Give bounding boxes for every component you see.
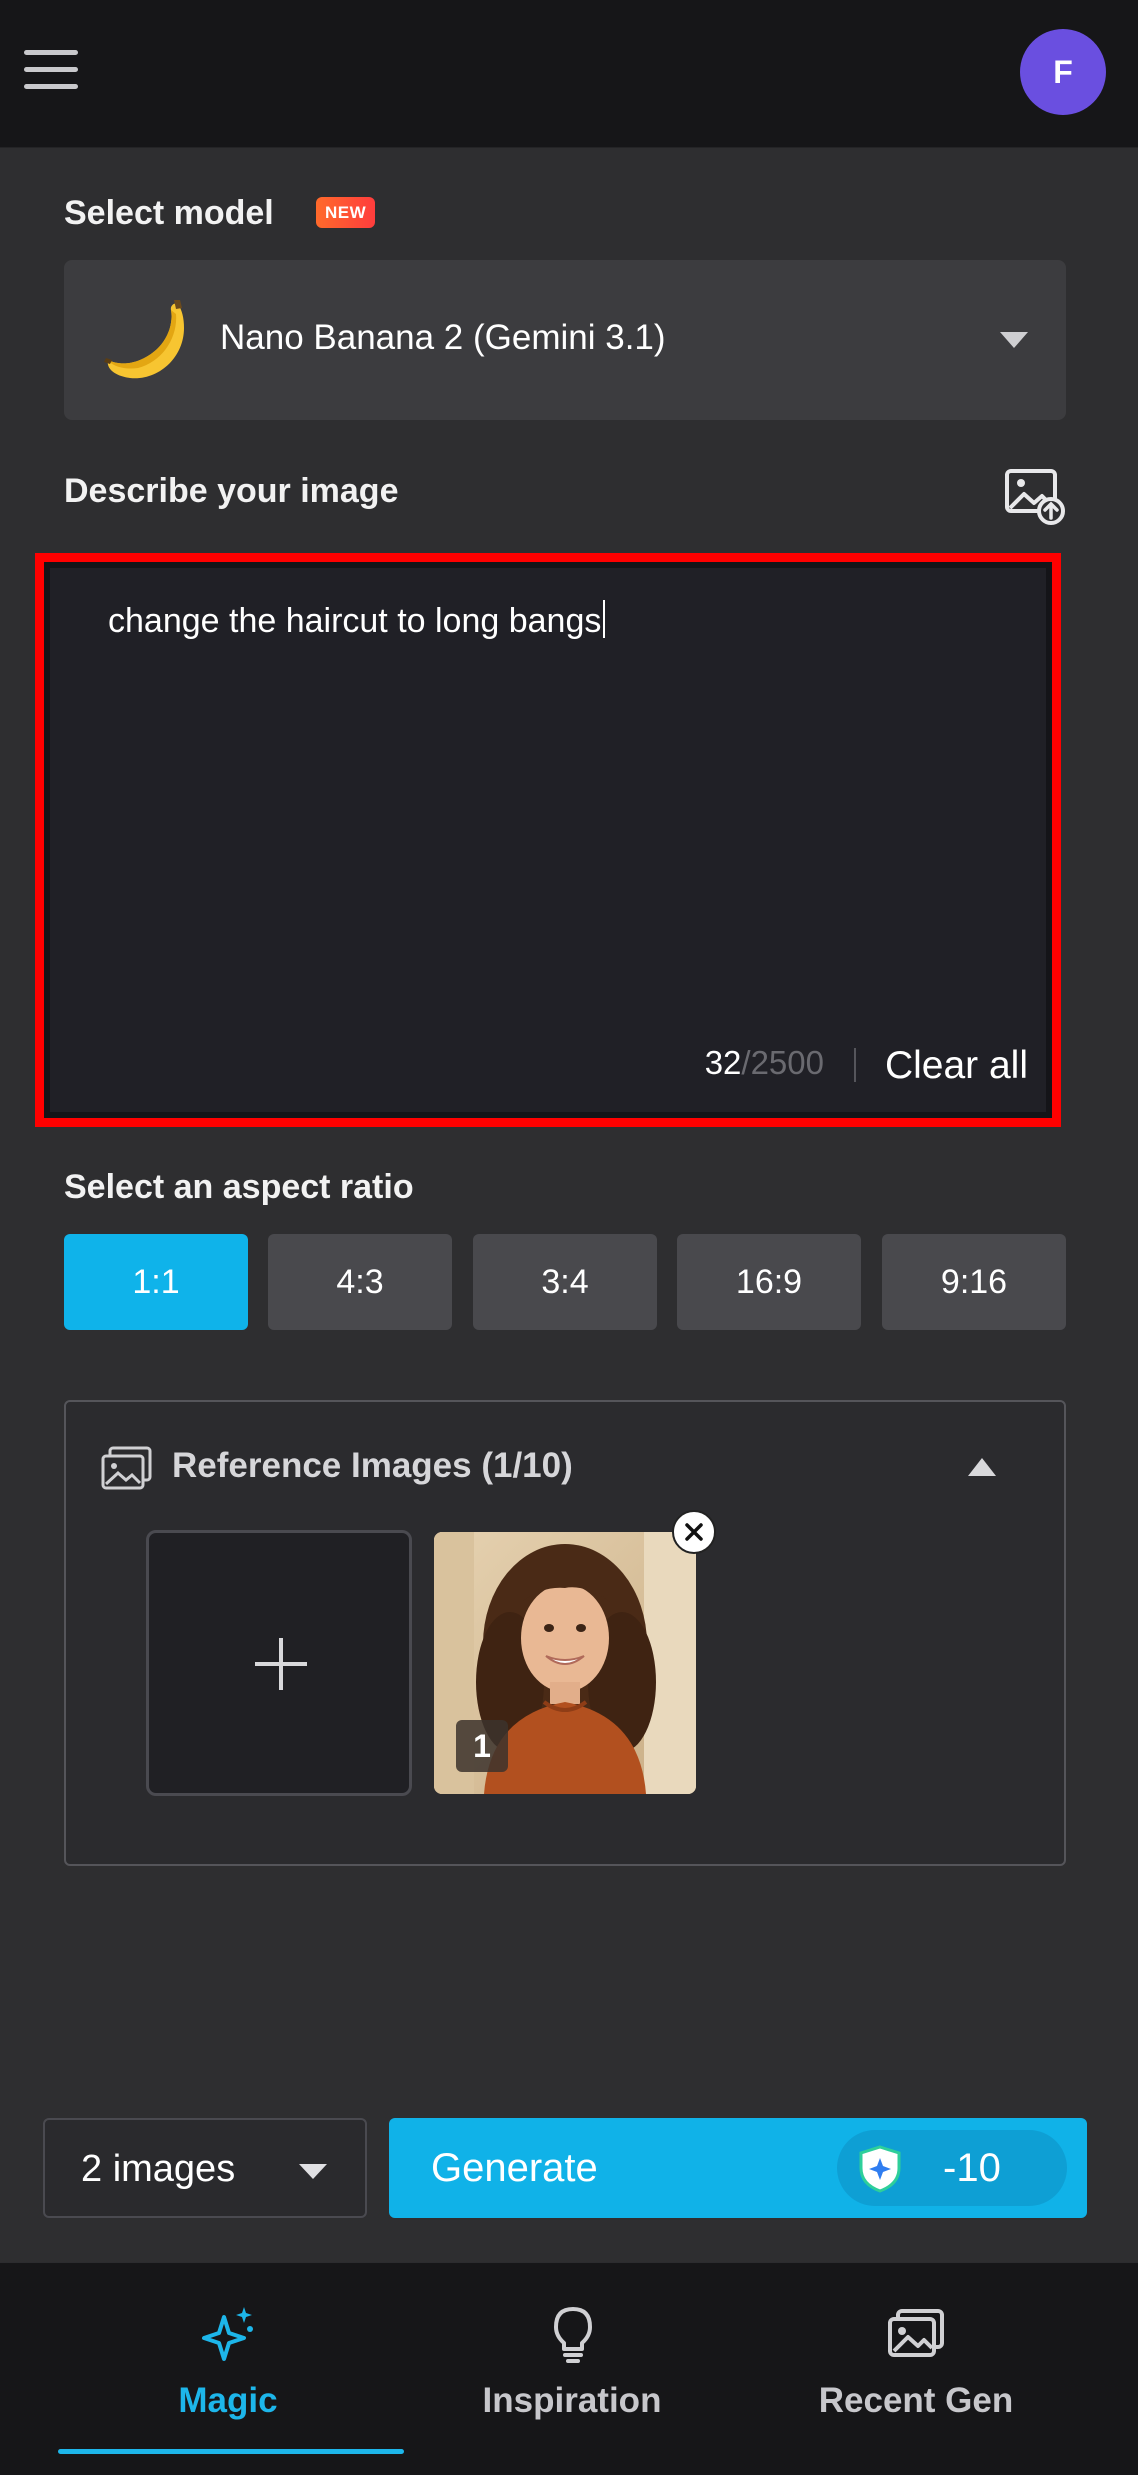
describe-image-label: Describe your image <box>64 472 399 510</box>
prompt-highlight-frame: change the haircut to long bangs 32/2500… <box>35 553 1061 1127</box>
menu-icon[interactable] <box>24 50 82 92</box>
gallery-icon <box>888 2309 944 2357</box>
image-count-select[interactable]: 2 images <box>43 2118 367 2218</box>
image-index-badge: 1 <box>456 1720 508 1772</box>
aspect-ratio-16-9[interactable]: 16:9 <box>677 1234 861 1330</box>
char-counter: 32/2500 <box>704 1044 824 1081</box>
aspect-ratio-1-1[interactable]: 1:1 <box>64 1234 248 1330</box>
add-reference-image-button[interactable] <box>146 1530 412 1796</box>
chevron-up-icon[interactable] <box>968 1458 996 1476</box>
image-count-value: 2 images <box>81 2148 236 2190</box>
reference-images-panel: Reference Images (1/10) 1 <box>64 1400 1066 1866</box>
app-root: F Select model NEW Nano Banana 2 (Gemini… <box>0 0 1138 2475</box>
divider <box>854 1048 856 1082</box>
close-icon <box>685 1523 703 1541</box>
lightbulb-icon <box>554 2307 592 2363</box>
generate-label: Generate <box>431 2146 598 2190</box>
credit-cost-pill: -10 <box>837 2130 1067 2206</box>
banana-icon <box>104 300 184 379</box>
nav-recent-gen[interactable]: Recent Gen <box>766 2263 1066 2475</box>
prompt-text: change the haircut to long bangs <box>108 600 606 641</box>
new-badge: NEW <box>316 197 376 228</box>
prompt-textarea[interactable]: change the haircut to long bangs 32/2500… <box>44 562 1052 1118</box>
aspect-ratio-label: Select an aspect ratio <box>64 1168 414 1206</box>
text-cursor <box>603 600 606 638</box>
nav-magic[interactable]: Magic <box>78 2263 378 2475</box>
select-model-label: Select model <box>64 194 274 232</box>
images-icon <box>101 1446 152 1490</box>
chevron-down-icon <box>1000 332 1028 348</box>
model-select[interactable]: Nano Banana 2 (Gemini 3.1) <box>64 260 1066 420</box>
nav-magic-label: Magic <box>178 2381 278 2420</box>
generate-button[interactable]: Generate -10 <box>389 2118 1087 2218</box>
nav-recent-gen-label: Recent Gen <box>818 2381 1014 2420</box>
nav-inspiration-label: Inspiration <box>482 2381 662 2420</box>
nav-inspiration[interactable]: Inspiration <box>422 2263 722 2475</box>
reference-images-title: Reference Images (1/10) <box>172 1446 573 1485</box>
clear-all-button[interactable]: Clear all <box>885 1044 1028 1088</box>
credit-cost: -10 <box>943 2146 1001 2190</box>
bottom-navigation: Magic Inspiration Recent Gen <box>0 2262 1138 2475</box>
model-name: Nano Banana 2 (Gemini 3.1) <box>220 318 666 357</box>
active-tab-indicator <box>58 2449 404 2454</box>
aspect-ratio-4-3[interactable]: 4:3 <box>268 1234 452 1330</box>
chevron-down-icon <box>299 2164 327 2179</box>
aspect-ratio-3-4[interactable]: 3:4 <box>473 1234 657 1330</box>
reference-image-thumbnail[interactable]: 1 <box>434 1532 696 1794</box>
image-upload-icon[interactable] <box>1004 468 1066 526</box>
aspect-ratio-group: 1:1 4:3 3:4 16:9 9:16 <box>64 1234 1066 1330</box>
sparkle-icon <box>202 2307 253 2361</box>
avatar[interactable]: F <box>1020 29 1106 115</box>
aspect-ratio-9-16[interactable]: 9:16 <box>882 1234 1066 1330</box>
remove-image-button[interactable] <box>672 1510 716 1554</box>
credit-shield-icon <box>859 2145 901 2193</box>
top-bar: F <box>0 0 1138 148</box>
